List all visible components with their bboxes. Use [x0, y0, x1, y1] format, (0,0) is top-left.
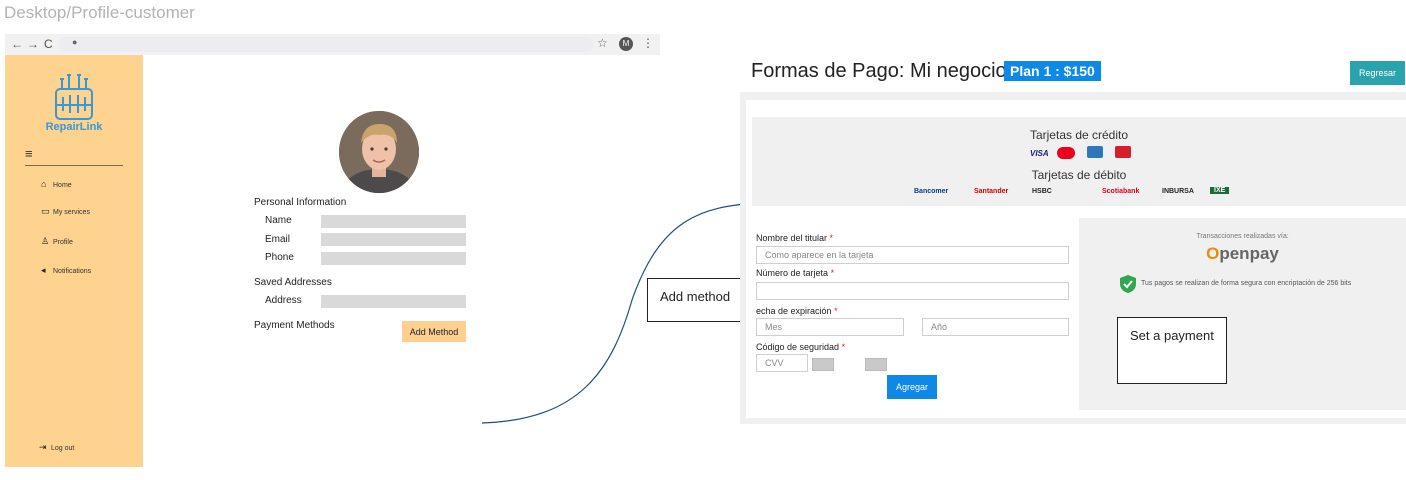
profile-avatar — [339, 111, 419, 193]
address-label: Address — [265, 295, 302, 306]
browser-toolbar: ← → C ● ☆ M ⋮ — [5, 34, 660, 55]
cvv-label: Código de seguridad * — [756, 342, 846, 352]
address-field[interactable] — [321, 295, 466, 308]
expiry-year-input[interactable]: Año — [922, 318, 1069, 336]
sidebar-item-label: Home — [53, 182, 72, 189]
expiry-label: echa de expiración * — [756, 306, 838, 316]
sidebar-item-home[interactable]: ⌂ Home — [41, 179, 72, 189]
logout-icon: ⇥ — [39, 442, 47, 452]
page-title: Formas de Pago: Mi negocio — [751, 60, 1007, 82]
card-number-input[interactable] — [756, 282, 1069, 300]
forward-icon[interactable]: → — [27, 37, 39, 51]
agregar-button[interactable]: Agregar — [887, 375, 937, 399]
lock-icon: ● — [72, 37, 78, 47]
openpay-caption: Transacciones realizadas vía: — [1196, 233, 1289, 240]
star-icon[interactable]: ☆ — [597, 36, 608, 50]
amex-logo — [1087, 146, 1103, 158]
holder-input[interactable]: Como aparece en la tarjeta — [756, 246, 1069, 264]
plan-badge: Plan 1 : $150 — [1004, 61, 1101, 81]
brand-name: RepairLink — [45, 121, 103, 133]
hamburger-menu-icon[interactable]: ≡ — [25, 146, 33, 161]
inbursa-logo: INBURSA — [1162, 188, 1194, 195]
visa-logo: VISA — [1030, 149, 1049, 158]
bancomer-logo: Bancomer — [914, 188, 949, 195]
expiry-month-input[interactable]: Mes — [756, 318, 904, 336]
ixe-logo: IXE — [1210, 187, 1230, 194]
logout-label: Log out — [51, 445, 75, 452]
saved-addresses-heading: Saved Addresses — [254, 277, 332, 288]
credit-cards-heading: Tarjetas de crédito — [1029, 128, 1129, 142]
sidebar-item-label: Notifications — [53, 268, 92, 275]
sidebar-item-label: Profile — [53, 239, 73, 246]
santander-logo: Santander — [974, 188, 1009, 195]
holder-label: Nombre del titular * — [756, 233, 834, 243]
sidebar-divider — [25, 165, 123, 166]
card-brand-red-logo — [1115, 146, 1131, 158]
sidebar-item-my-services[interactable]: ▭ My services — [41, 206, 90, 217]
sidebar-item-label: My services — [53, 209, 90, 216]
payment-screen: Formas de Pago: Mi negocio Plan 1 : $150… — [740, 52, 1406, 424]
kebab-menu-icon[interactable]: ⋮ — [642, 36, 654, 50]
cvv-input[interactable]: CVV — [756, 354, 808, 372]
email-field[interactable] — [321, 233, 466, 246]
logout-button[interactable]: ⇥ Log out — [39, 442, 74, 453]
folder-icon: ▭ — [41, 206, 50, 216]
profile-panel: Personal Information Name Email Phone Sa… — [143, 55, 660, 467]
browser-window: ← → C ● ☆ M ⋮ RepairLink ≡ ⌂ Home ▭ My s… — [5, 34, 660, 467]
secure-payment-text: Tus pagos se realizan de forma segura co… — [1141, 280, 1352, 287]
card-back-icon — [812, 358, 834, 371]
hsbc-logo: HSBC — [1032, 188, 1052, 195]
scotiabank-logo: Scotiabank — [1102, 188, 1140, 195]
back-button[interactable]: Regresar — [1350, 61, 1405, 85]
add-method-button[interactable]: Add Method — [402, 321, 466, 342]
card-number-label: Número de tarjeta * — [756, 268, 835, 278]
callout-set-payment: Set a payment — [1117, 317, 1227, 384]
megaphone-icon: ◂ — [41, 265, 46, 275]
shield-check-icon — [1120, 275, 1136, 293]
home-icon: ⌂ — [41, 179, 47, 189]
sidebar-item-notifications[interactable]: ◂ Notifications — [41, 265, 91, 276]
card-front-icon — [865, 358, 887, 371]
back-icon[interactable]: ← — [11, 37, 23, 51]
storyboard-canvas: Desktop/Profile-customer ← → C ● ☆ M ⋮ R… — [0, 0, 1406, 480]
name-field[interactable] — [321, 215, 466, 228]
account-avatar[interactable]: M — [619, 37, 633, 51]
openpay-logo: Openpay — [1206, 244, 1279, 263]
frame-title: Desktop/Profile-customer — [4, 3, 195, 22]
debit-cards-heading: Tarjetas de débito — [1031, 168, 1127, 182]
payment-methods-heading: Payment Methods — [254, 320, 335, 331]
repairlink-logo-icon — [55, 74, 93, 120]
address-bar[interactable]: ● — [59, 37, 594, 52]
reload-icon[interactable]: C — [44, 37, 53, 51]
name-label: Name — [265, 215, 292, 226]
personal-info-heading: Personal Information — [254, 197, 347, 208]
mastercard-logo — [1057, 147, 1075, 159]
payment-form-card: Tarjetas de crédito VISA Tarjetas de déb… — [746, 100, 1406, 418]
payment-header: Formas de Pago: Mi negocio Plan 1 : $150… — [740, 52, 1406, 92]
phone-label: Phone — [265, 252, 294, 263]
person-icon: ♙ — [41, 236, 50, 246]
accepted-cards-panel: Tarjetas de crédito VISA Tarjetas de déb… — [752, 117, 1406, 206]
phone-field[interactable] — [321, 252, 466, 265]
email-label: Email — [265, 234, 291, 245]
sidebar: RepairLink ≡ ⌂ Home ▭ My services ♙ Profile… — [5, 55, 143, 467]
sidebar-item-profile[interactable]: ♙ Profile — [41, 236, 73, 247]
